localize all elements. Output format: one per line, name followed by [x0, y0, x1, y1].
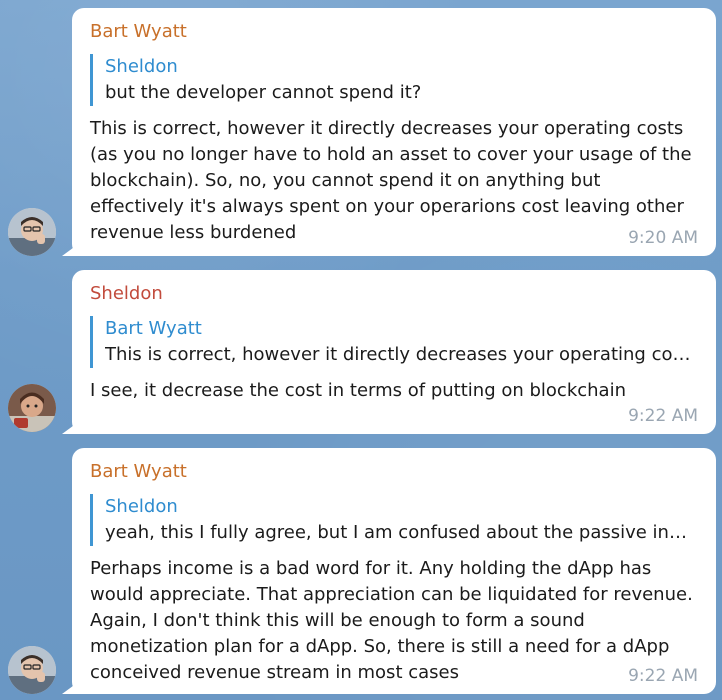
reply-sender-name: Bart Wyatt [105, 318, 202, 339]
reply-text: yeah, this I fully agree, but I am confu… [105, 522, 696, 543]
avatar[interactable] [8, 384, 56, 432]
message-text: This is correct, however it directly dec… [90, 118, 692, 243]
message-text: Perhaps income is a bad word for it. Any… [90, 558, 693, 683]
avatar-sheldon-icon [8, 384, 56, 432]
message-bubble[interactable]: Bart Wyatt Sheldon but the developer can… [72, 8, 716, 256]
sender-name[interactable]: Bart Wyatt [90, 460, 696, 484]
avatar[interactable] [8, 208, 56, 256]
reply-sender-name: Sheldon [105, 56, 178, 77]
message-time: 9:22 AM [628, 406, 698, 426]
message-bubble[interactable]: Bart Wyatt Sheldon yeah, this I fully ag… [72, 448, 716, 694]
reply-sender-name: Sheldon [105, 496, 178, 517]
sender-name[interactable]: Sheldon [90, 282, 696, 306]
sender-name[interactable]: Bart Wyatt [90, 20, 696, 44]
reply-quote[interactable]: Sheldon yeah, this I fully agree, but I … [90, 494, 696, 546]
avatar[interactable] [8, 646, 56, 694]
reply-text: This is correct, however it directly dec… [105, 344, 696, 365]
message-time: 9:22 AM [628, 666, 698, 686]
message-bubble[interactable]: Sheldon Bart Wyatt This is correct, howe… [72, 270, 716, 434]
avatar-bart-wyatt-icon [8, 646, 56, 694]
avatar-bart-wyatt-icon [8, 208, 56, 256]
reply-quote[interactable]: Sheldon but the developer cannot spend i… [90, 54, 696, 106]
reply-text: but the developer cannot spend it? [105, 82, 422, 103]
reply-quote[interactable]: Bart Wyatt This is correct, however it d… [90, 316, 696, 368]
message-time: 9:20 AM [628, 228, 698, 248]
message-text: I see, it decrease the cost in terms of … [90, 380, 626, 401]
